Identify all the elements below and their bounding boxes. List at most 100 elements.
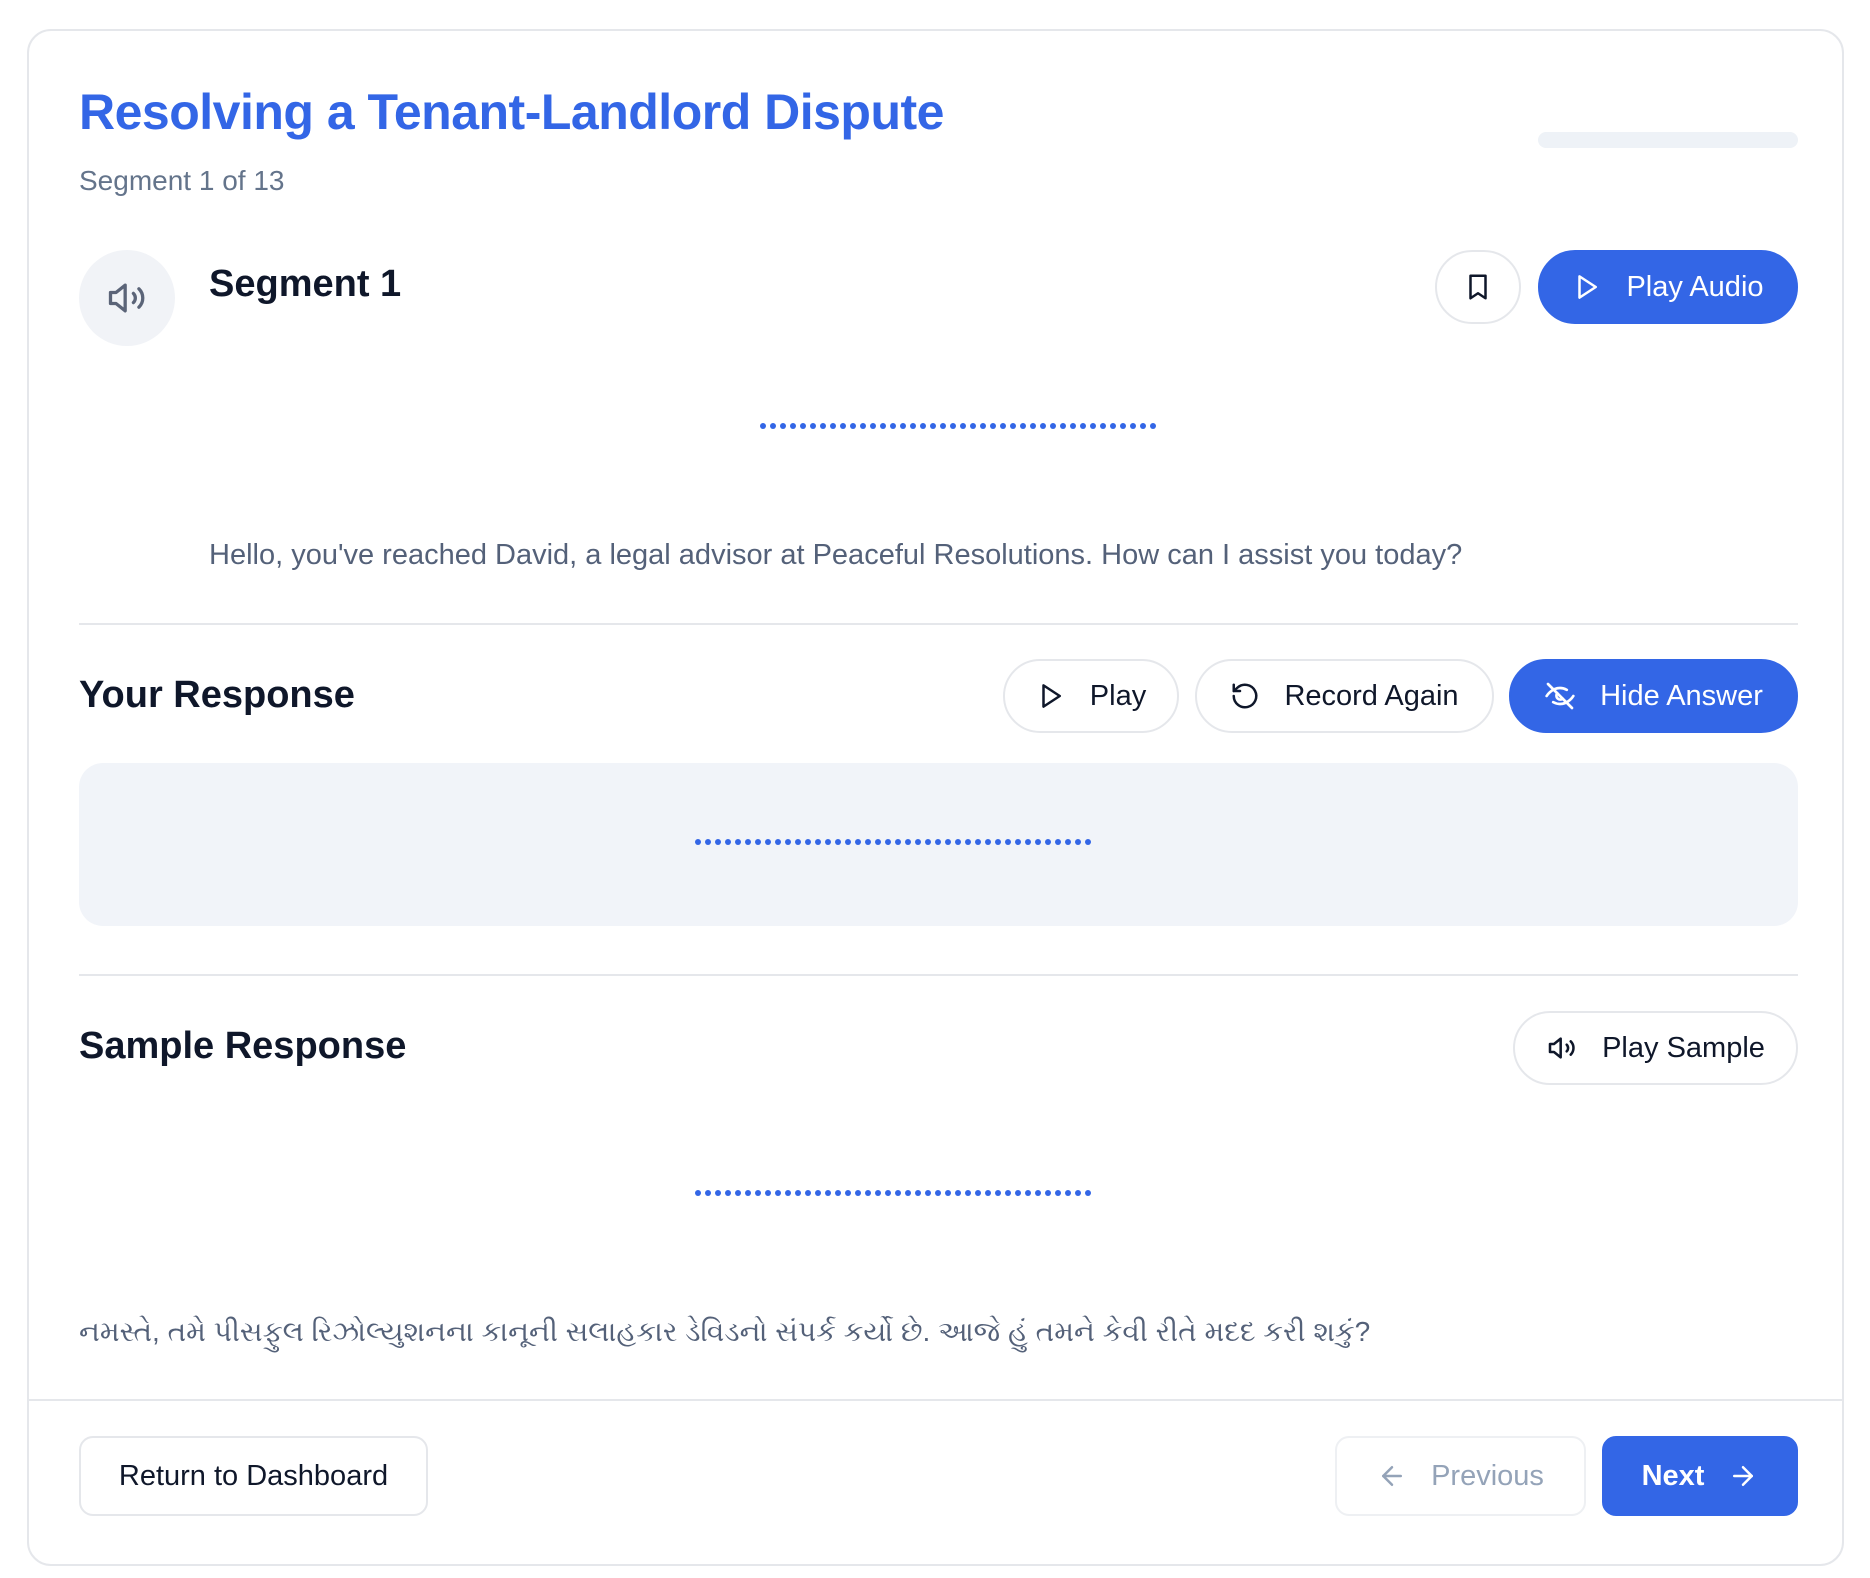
- return-to-dashboard-label: Return to Dashboard: [118, 1459, 389, 1492]
- play-sample-button[interactable]: Play Sample: [1513, 1011, 1798, 1085]
- waveform-dot: [1035, 839, 1041, 845]
- waveform-dot: [1040, 423, 1046, 429]
- waveform-dot: [920, 423, 926, 429]
- waveform-dot: [810, 423, 816, 429]
- record-again-button[interactable]: Record Again: [1195, 659, 1494, 733]
- waveform-dot: [1080, 423, 1086, 429]
- waveform-dot: [1110, 423, 1116, 429]
- waveform-dot: [695, 1190, 701, 1196]
- waveform-dot: [965, 1190, 971, 1196]
- waveform-dot: [1025, 1190, 1031, 1196]
- waveform-dot: [1085, 1190, 1091, 1196]
- waveform-dot: [840, 423, 846, 429]
- waveform-dot: [715, 1190, 721, 1196]
- waveform-dot: [975, 839, 981, 845]
- waveform-dot: [790, 423, 796, 429]
- waveform-dot: [845, 1190, 851, 1196]
- waveform-dot: [1140, 423, 1146, 429]
- waveform-dot: [945, 839, 951, 845]
- waveform-dot: [775, 839, 781, 845]
- waveform-dot: [805, 1190, 811, 1196]
- waveform-dot: [1100, 423, 1106, 429]
- bookmark-button[interactable]: [1435, 250, 1521, 324]
- next-label: Next: [1641, 1459, 1705, 1492]
- waveform-dot: [855, 839, 861, 845]
- play-sample-label: Play Sample: [1602, 1031, 1765, 1064]
- audio-waveform: [760, 423, 1156, 429]
- waveform-dot: [715, 839, 721, 845]
- segment-english-text: Hello, you've reached David, a legal adv…: [209, 539, 1463, 571]
- play-icon: [1036, 681, 1066, 711]
- waveform-dot: [875, 839, 881, 845]
- waveform-dot: [825, 1190, 831, 1196]
- waveform-dot: [965, 839, 971, 845]
- waveform-dot: [915, 1190, 921, 1196]
- play-label: Play: [1089, 679, 1147, 712]
- waveform-dot: [885, 1190, 891, 1196]
- sample-response-heading: Sample Response: [79, 1025, 407, 1067]
- waveform-dot: [985, 839, 991, 845]
- play-audio-button[interactable]: Play Audio: [1538, 250, 1798, 324]
- waveform-dot: [880, 423, 886, 429]
- waveform-dot: [820, 423, 826, 429]
- waveform-dot: [890, 423, 896, 429]
- waveform-dot: [795, 1190, 801, 1196]
- sample-gujarati-text: નમસ્તે, તમે પીસફુલ રિઝોલ્યુશનના કાનૂની સ…: [79, 1316, 1371, 1347]
- waveform-dot: [735, 839, 741, 845]
- response-waveform: [695, 839, 1091, 845]
- waveform-dot: [1015, 1190, 1021, 1196]
- waveform-dot: [1050, 423, 1056, 429]
- hide-answer-button[interactable]: Hide Answer: [1509, 659, 1798, 733]
- hide-answer-label: Hide Answer: [1600, 679, 1763, 712]
- waveform-dot: [1065, 839, 1071, 845]
- waveform-dot: [900, 423, 906, 429]
- waveform-dot: [835, 839, 841, 845]
- speaker-icon: [1546, 1032, 1578, 1064]
- waveform-dot: [955, 1190, 961, 1196]
- waveform-dot: [870, 423, 876, 429]
- waveform-dot: [940, 423, 946, 429]
- waveform-dot: [1055, 839, 1061, 845]
- waveform-dot: [760, 423, 766, 429]
- waveform-dot: [895, 839, 901, 845]
- waveform-dot: [765, 839, 771, 845]
- waveform-dot: [725, 839, 731, 845]
- lesson-card: Resolving a Tenant-Landlord Dispute Segm…: [27, 29, 1844, 1566]
- previous-button[interactable]: Previous: [1335, 1436, 1586, 1516]
- waveform-dot: [705, 1190, 711, 1196]
- waveform-dot: [1005, 1190, 1011, 1196]
- waveform-dot: [875, 1190, 881, 1196]
- divider: [79, 623, 1798, 625]
- waveform-dot: [765, 1190, 771, 1196]
- segment-counter: Segment 1 of 13: [79, 165, 285, 196]
- waveform-dot: [990, 423, 996, 429]
- next-button[interactable]: Next: [1602, 1436, 1798, 1516]
- waveform-dot: [930, 423, 936, 429]
- play-response-button[interactable]: Play: [1003, 659, 1179, 733]
- arrow-right-icon: [1728, 1461, 1758, 1491]
- waveform-dot: [935, 839, 941, 845]
- waveform-dot: [995, 1190, 1001, 1196]
- waveform-dot: [945, 1190, 951, 1196]
- waveform-dot: [795, 839, 801, 845]
- waveform-dot: [895, 1190, 901, 1196]
- waveform-dot: [1130, 423, 1136, 429]
- bookmark-icon: [1463, 272, 1493, 302]
- waveform-dot: [995, 839, 1001, 845]
- waveform-dot: [1065, 1190, 1071, 1196]
- waveform-dot: [925, 1190, 931, 1196]
- footer-divider: [29, 1399, 1842, 1401]
- waveform-dot: [915, 839, 921, 845]
- waveform-dot: [1075, 839, 1081, 845]
- waveform-dot: [705, 839, 711, 845]
- record-again-label: Record Again: [1284, 679, 1459, 712]
- return-to-dashboard-button[interactable]: Return to Dashboard: [79, 1436, 428, 1516]
- waveform-dot: [835, 1190, 841, 1196]
- waveform-dot: [815, 839, 821, 845]
- waveform-dot: [910, 423, 916, 429]
- waveform-dot: [825, 839, 831, 845]
- eye-off-icon: [1544, 680, 1576, 712]
- waveform-dot: [1045, 839, 1051, 845]
- waveform-dot: [860, 423, 866, 429]
- page-title: Resolving a Tenant-Landlord Dispute: [79, 84, 944, 140]
